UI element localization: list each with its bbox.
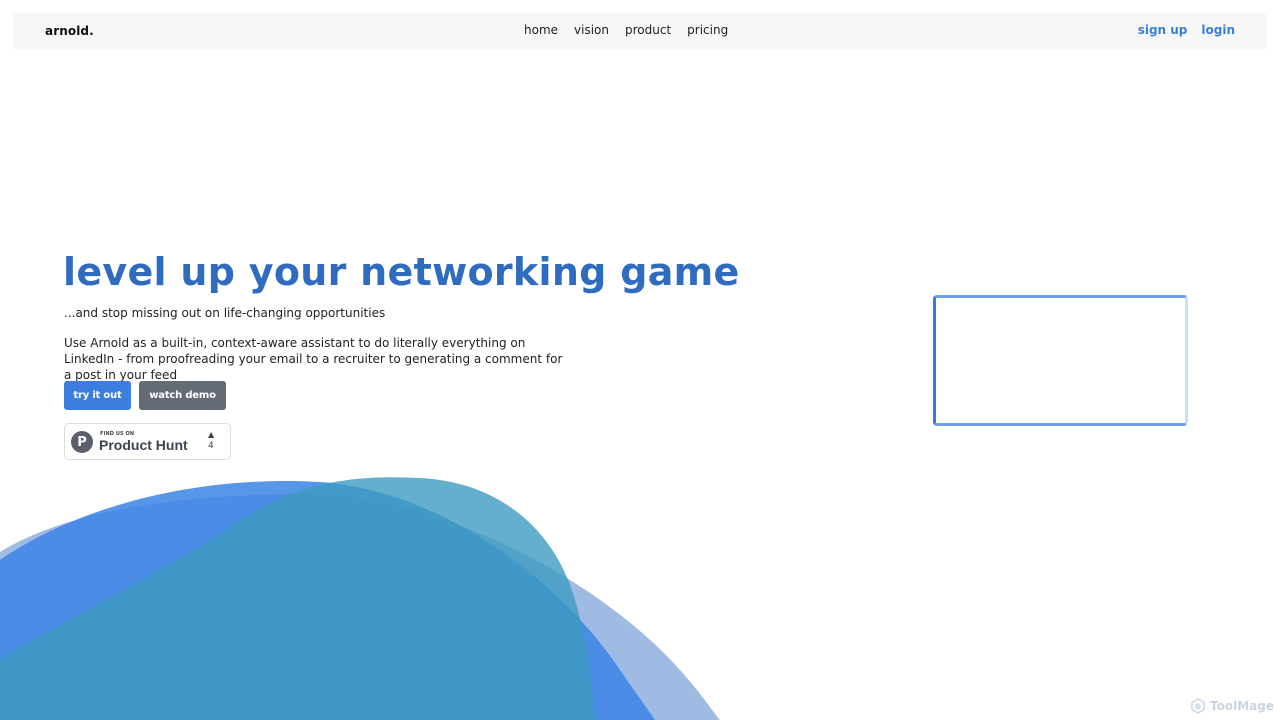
watch-demo-button[interactable]: watch demo (139, 381, 226, 410)
hero-subtitle: ...and stop missing out on life-changing… (64, 306, 386, 320)
hero-description: Use Arnold as a built-in, context-aware … (64, 336, 563, 382)
brand-logo[interactable]: arnold. (45, 24, 94, 38)
demo-video-frame[interactable] (933, 295, 1188, 426)
nav-link-home[interactable]: home (524, 23, 558, 37)
watermark-text: ToolMage (1210, 699, 1274, 713)
toolmage-logo-icon (1191, 698, 1205, 714)
nav-link-product[interactable]: product (625, 23, 671, 37)
main-nav: home vision product pricing (524, 23, 728, 37)
hero-title: level up your networking game (63, 250, 740, 294)
decorative-blobs (0, 477, 720, 720)
nav-link-pricing[interactable]: pricing (687, 23, 728, 37)
login-link[interactable]: login (1201, 23, 1235, 37)
watermark: ToolMage (1190, 698, 1274, 714)
triangle-up-icon: ▲ (208, 430, 215, 439)
auth-links: sign up login (1138, 23, 1235, 37)
top-navbar: arnold. home vision product pricing sign… (13, 13, 1267, 50)
product-hunt-logo-icon: P (71, 431, 93, 453)
upvote-count: 4 (208, 441, 214, 451)
signup-link[interactable]: sign up (1138, 23, 1188, 37)
product-hunt-badge[interactable]: P FIND US ON Product Hunt ▲ 4 (64, 423, 231, 460)
try-it-out-button[interactable]: try it out (64, 381, 131, 410)
product-hunt-name: Product Hunt (99, 437, 188, 453)
nav-link-vision[interactable]: vision (574, 23, 609, 37)
